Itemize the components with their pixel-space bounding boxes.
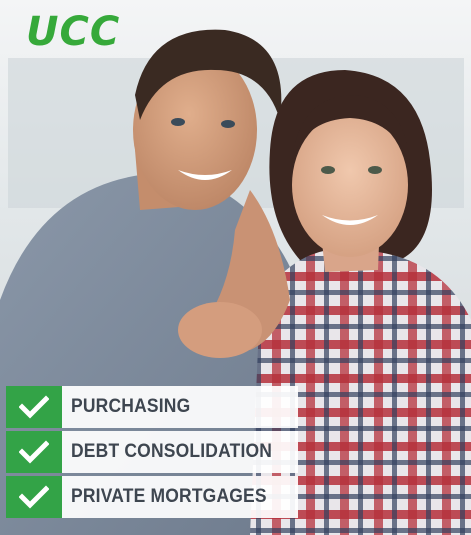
feature-item-purchasing: PURCHASING <box>6 386 298 428</box>
feature-label: PRIVATE MORTGAGES <box>71 486 267 507</box>
feature-label: DEBT CONSOLIDATION <box>71 441 273 462</box>
checkmark-icon <box>6 476 62 518</box>
checkmark-icon <box>6 386 62 428</box>
ucc-logo: UCC <box>26 9 121 55</box>
feature-list: PURCHASING DEBT CONSOLIDATION PRIVATE MO… <box>6 386 298 521</box>
mortgage-ad-banner: UCC PURCHASING DEBT CONSOLIDATION PRIVAT… <box>0 0 471 535</box>
checkmark-icon <box>6 431 62 473</box>
feature-item-private-mortgages: PRIVATE MORTGAGES <box>6 476 298 518</box>
feature-item-debt-consolidation: DEBT CONSOLIDATION <box>6 431 298 473</box>
feature-label: PURCHASING <box>71 396 191 417</box>
